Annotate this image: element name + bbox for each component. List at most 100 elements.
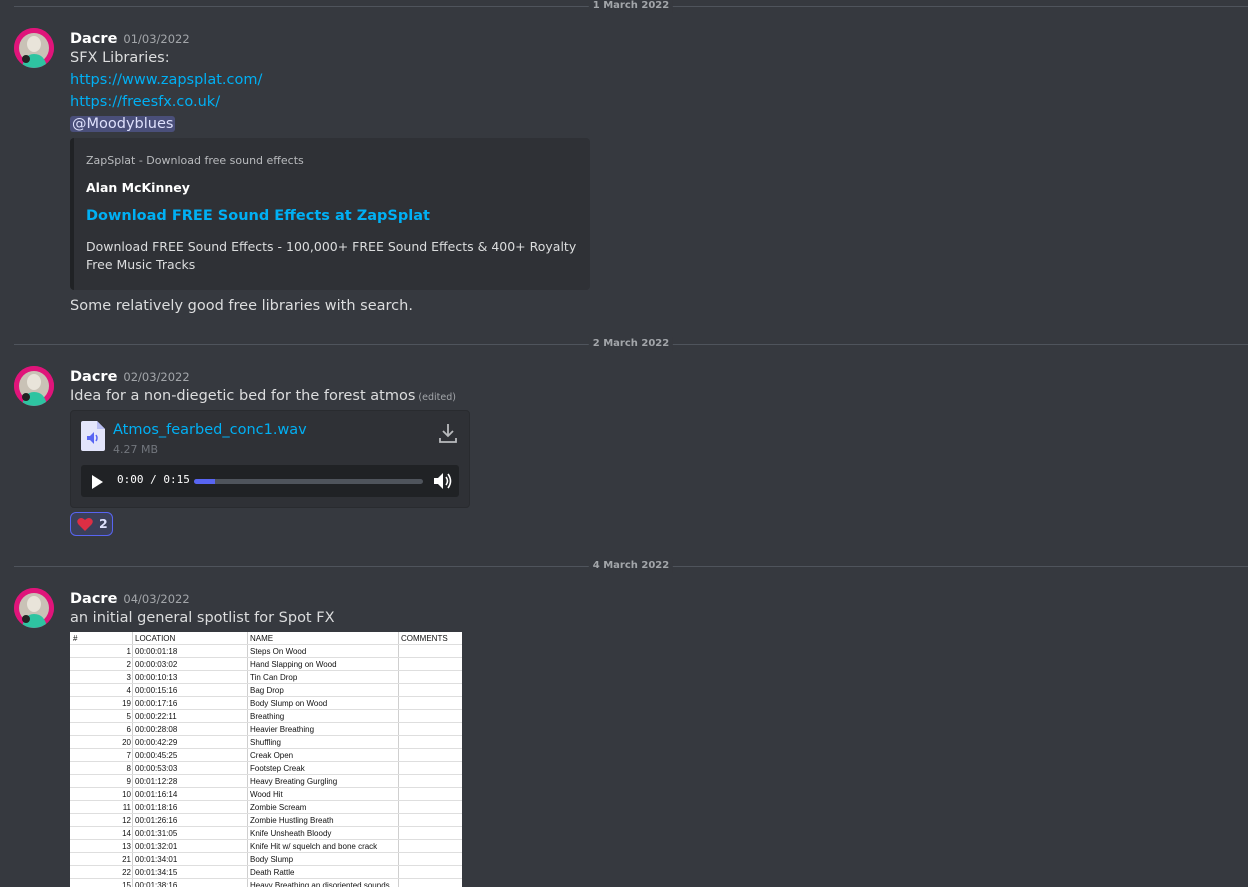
spotlist-name: Knife Hit w/ squelch and bone crack — [250, 842, 378, 851]
spotlist-name: Zombie Hustling Breath — [250, 816, 334, 825]
reaction-heart[interactable]: 2 — [70, 512, 113, 536]
spotlist-row: 7 00:00:45:25 Creak Open — [70, 749, 462, 762]
spotlist-row: 21 00:01:34:01 Body Slump — [70, 853, 462, 866]
spotlist-cue-number: 5 — [126, 712, 131, 721]
username[interactable]: Dacre — [70, 31, 117, 47]
seek-progress — [194, 479, 215, 484]
message-text: an initial general spotlist for Spot FX — [70, 610, 335, 626]
spotlist-name: Body Slump — [250, 855, 294, 864]
spotlist-cue-number: 6 — [126, 725, 131, 734]
spotlist-row: 1 00:00:01:18 Steps On Wood — [70, 645, 462, 658]
spotlist-name: Creak Open — [250, 751, 294, 760]
edited-tag: (edited) — [418, 392, 456, 403]
avatar[interactable] — [14, 28, 54, 68]
freesfx-link[interactable]: https://freesfx.co.uk/ — [70, 91, 220, 113]
spotlist-row: 20 00:00:42:29 Shuffling — [70, 736, 462, 749]
message-text-row: Idea for a non-diegetic bed for the fore… — [70, 385, 456, 409]
chat-log: 1 March 2022 Dacre 01/03/2022 SFX Librari… — [0, 0, 1248, 887]
date-divider-label: 1 March 2022 — [588, 0, 674, 13]
spotlist-location: 00:01:32:01 — [135, 842, 178, 851]
message-text: SFX Libraries: — [70, 50, 170, 66]
embed-description: Download FREE Sound Effects - 100,000+ F… — [86, 239, 577, 272]
spotlist-row: 5 00:00:22:11 Breathing — [70, 710, 462, 723]
spotlist-header: COMMENTS — [401, 634, 448, 643]
spotlist-cue-number: 11 — [122, 803, 131, 812]
spotlist-cue-number: 7 — [126, 751, 131, 760]
spotlist-row: 22 00:01:34:15 Death Rattle — [70, 866, 462, 879]
spotlist-location: 00:01:16:14 — [135, 790, 178, 799]
spotlist-row: 14 00:01:31:05 Knife Unsheath Bloody — [70, 827, 462, 840]
spotlist-name: Steps On Wood — [250, 647, 307, 656]
spotlist-location: 00:00:10:13 — [135, 673, 178, 682]
audio-filename-link[interactable]: Atmos_fearbed_conc1.wav — [113, 422, 307, 438]
volume-icon[interactable] — [433, 472, 453, 494]
spotlist-name: Bag Drop — [250, 686, 284, 695]
message-header: Dacre 01/03/2022 — [70, 28, 190, 48]
spotlist-location: 00:01:26:16 — [135, 816, 178, 825]
spotlist-cue-number: 10 — [122, 790, 131, 799]
spotlist-name: Knife Unsheath Bloody — [250, 829, 332, 838]
spotlist-row: 8 00:00:53:03 Footstep Creak — [70, 762, 462, 775]
spotlist-image[interactable]: # LOCATION NAME COMMENTS 1 00:00:01:18 Ste… — [70, 632, 462, 887]
embed-provider: ZapSplat - Download free sound effects — [86, 154, 304, 167]
spotlist-name: Body Slump on Wood — [250, 699, 328, 708]
spotlist-name: Breathing — [250, 712, 285, 721]
spotlist-location: 00:01:34:01 — [135, 855, 178, 864]
spotlist-row: 4 00:00:15:16 Bag Drop — [70, 684, 462, 697]
spotlist-row: 11 00:01:18:16 Zombie Scream — [70, 801, 462, 814]
file-size: 4.27 MB — [113, 443, 159, 456]
spotlist-location: 00:00:03:02 — [135, 660, 178, 669]
playback-time: 0:00 / 0:15 — [117, 473, 190, 486]
spotlist-location: 00:00:22:11 — [135, 712, 177, 721]
spotlist-cue-number: 21 — [122, 855, 131, 864]
heart-icon — [77, 517, 93, 536]
spotlist-location: 00:00:53:03 — [135, 764, 178, 773]
avatar-image — [14, 28, 54, 68]
message-text: Idea for a non-diegetic bed for the fore… — [70, 388, 416, 404]
seek-bar[interactable] — [194, 479, 423, 484]
date-divider: 4 March 2022 — [14, 559, 1248, 573]
spotlist-header: NAME — [250, 634, 274, 643]
spotlist-location: 00:00:42:29 — [135, 738, 178, 747]
avatar-image — [14, 588, 54, 628]
spotlist-header: # — [73, 634, 78, 643]
spotlist-row: 9 00:01:12:28 Heavy Breating Gurgling — [70, 775, 462, 788]
spotlist-cue-number: 15 — [122, 881, 131, 887]
username[interactable]: Dacre — [70, 369, 117, 385]
spotlist-location: 00:01:12:28 — [135, 777, 178, 786]
download-icon[interactable] — [439, 423, 457, 447]
spotlist-cue-number: 14 — [122, 829, 131, 838]
spotlist-cue-number: 13 — [122, 842, 131, 851]
spotlist-name: Heavy Breating Gurgling — [250, 777, 338, 786]
spotlist-location: 00:00:01:18 — [135, 647, 178, 656]
username[interactable]: Dacre — [70, 591, 117, 607]
avatar[interactable] — [14, 366, 54, 406]
spotlist-cue-number: 12 — [122, 816, 131, 825]
link-embed: ZapSplat - Download free sound effects A… — [70, 138, 590, 290]
spotlist-name: Shuffling — [250, 738, 281, 747]
spotlist-header-row: # LOCATION NAME COMMENTS — [70, 632, 462, 645]
spotlist-header: LOCATION — [135, 634, 176, 643]
spotlist-cue-number: 19 — [122, 699, 131, 708]
play-icon[interactable] — [91, 474, 103, 493]
spotlist-cue-number: 3 — [126, 673, 131, 682]
date-divider: 1 March 2022 — [14, 0, 1248, 13]
timestamp: 02/03/2022 — [123, 370, 190, 384]
avatar[interactable] — [14, 588, 54, 628]
spotlist-location: 00:01:34:15 — [135, 868, 178, 877]
spotlist-cue-number: 4 — [126, 686, 131, 695]
zapsplat-link[interactable]: https://www.zapsplat.com/ — [70, 69, 262, 91]
spotlist-row: 3 00:00:10:13 Tin Can Drop — [70, 671, 462, 684]
embed-author: Alan McKinney — [86, 180, 190, 195]
audio-player: 0:00 / 0:15 — [81, 465, 459, 497]
spotlist-cue-number: 22 — [122, 868, 131, 877]
spotlist-name: Footstep Creak — [250, 764, 305, 773]
date-divider-label: 2 March 2022 — [588, 337, 674, 351]
embed-title-link[interactable]: Download FREE Sound Effects at ZapSplat — [86, 208, 430, 224]
spotlist-name: Heavy Breathing an disoriented sounds — [250, 881, 390, 887]
date-divider: 2 March 2022 — [14, 337, 1248, 351]
user-mention[interactable]: @Moodyblues — [70, 116, 176, 132]
spotlist-location: 00:01:31:05 — [135, 829, 178, 838]
reaction-count: 2 — [99, 516, 108, 531]
spotlist-cue-number: 9 — [126, 777, 131, 786]
